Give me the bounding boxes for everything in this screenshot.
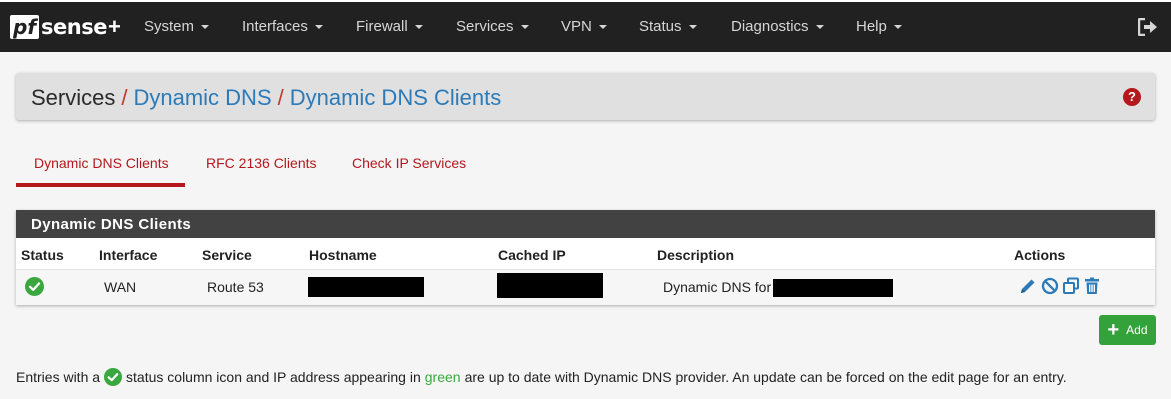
breadcrumb-separator: / — [121, 85, 128, 110]
nav-status[interactable]: Status — [639, 18, 697, 35]
nav-firewall-label: Firewall — [356, 18, 408, 35]
breadcrumb-services: Services — [31, 85, 116, 110]
check-circle-icon — [25, 277, 44, 296]
nav-vpn[interactable]: VPN — [561, 18, 607, 35]
note-text-3: are up to date with Dynamic DNS provider… — [464, 369, 1067, 385]
caret-down-icon — [598, 25, 607, 30]
nav-diagnostics[interactable]: Diagnostics — [731, 18, 824, 35]
nav-services-label: Services — [456, 18, 514, 35]
nav-system-label: System — [144, 18, 195, 35]
column-header-actions: Actions — [1014, 247, 1066, 263]
copy-icon[interactable] — [1061, 276, 1081, 296]
cell-description: Dynamic DNS for — [663, 279, 772, 295]
caret-down-icon — [520, 25, 529, 30]
cell-cached-ip-redacted — [497, 273, 603, 298]
breadcrumb-separator: / — [277, 85, 284, 110]
pfsense-logo[interactable]: pf sense + — [10, 14, 121, 40]
top-navbar: pf sense + System Interfaces Firewall Serv… — [0, 0, 1171, 52]
disable-icon[interactable] — [1040, 276, 1060, 296]
column-header-cached-ip: Cached IP — [498, 247, 566, 263]
cell-service: Route 53 — [207, 279, 264, 295]
caret-down-icon — [893, 25, 902, 30]
table-row[interactable]: WAN Route 53 Dynamic DNS for — [16, 270, 1155, 305]
nav-vpn-label: VPN — [561, 18, 592, 35]
tab-rfc-2136-clients[interactable]: RFC 2136 Clients — [206, 155, 317, 171]
breadcrumb: Services / Dynamic DNS / Dynamic DNS Clients — [31, 85, 501, 111]
plus-icon: + — [1107, 319, 1120, 341]
info-note: Entries with a status column icon and IP… — [16, 368, 1067, 386]
caret-down-icon — [688, 25, 697, 30]
panel-title: Dynamic DNS Clients — [16, 210, 1155, 238]
logo-pf: pf — [10, 15, 40, 39]
column-header-hostname: Hostname — [309, 247, 377, 263]
cell-interface: WAN — [104, 279, 137, 295]
nav-help-label: Help — [856, 18, 887, 35]
column-header-status: Status — [21, 247, 64, 263]
column-header-interface: Interface — [99, 247, 158, 263]
caret-down-icon — [815, 25, 824, 30]
nav-help[interactable]: Help — [856, 18, 902, 35]
add-button[interactable]: + Add — [1099, 315, 1156, 345]
cell-description-redacted — [773, 279, 893, 297]
note-text-1: Entries with a — [16, 369, 101, 385]
caret-down-icon — [414, 25, 423, 30]
logo-plus: + — [107, 14, 121, 39]
column-header-description: Description — [657, 247, 735, 263]
cell-hostname-redacted — [308, 277, 424, 297]
logo-sense: sense — [41, 15, 107, 39]
nav-interfaces[interactable]: Interfaces — [242, 18, 323, 35]
check-circle-icon — [104, 368, 123, 386]
breadcrumb-dynamic-dns-clients-link[interactable]: Dynamic DNS Clients — [290, 85, 502, 110]
tab-dynamic-dns-clients[interactable]: Dynamic DNS Clients — [34, 155, 169, 171]
help-icon[interactable]: ? — [1123, 88, 1141, 106]
nav-firewall[interactable]: Firewall — [356, 18, 423, 35]
trash-icon[interactable] — [1082, 276, 1102, 296]
note-text-2: status column icon and IP address appear… — [126, 369, 421, 385]
caret-down-icon — [201, 25, 210, 30]
note-green-word: green — [424, 369, 461, 385]
nav-system[interactable]: System — [144, 18, 210, 35]
breadcrumb-panel: Services / Dynamic DNS / Dynamic DNS Clients… — [16, 73, 1155, 120]
logout-icon[interactable] — [1138, 18, 1158, 36]
clients-panel: Dynamic DNS Clients Status Interface Ser… — [16, 210, 1155, 305]
column-header-service: Service — [202, 247, 252, 263]
nav-interfaces-label: Interfaces — [242, 18, 308, 35]
pencil-icon[interactable] — [1018, 276, 1038, 296]
add-button-label: Add — [1126, 323, 1148, 337]
tab-check-ip-services[interactable]: Check IP Services — [352, 155, 466, 171]
nav-services[interactable]: Services — [456, 18, 529, 35]
breadcrumb-dynamic-dns-link[interactable]: Dynamic DNS — [133, 85, 271, 110]
caret-down-icon — [314, 25, 323, 30]
nav-diagnostics-label: Diagnostics — [731, 18, 809, 35]
nav-status-label: Status — [639, 18, 682, 35]
active-tab-indicator — [16, 183, 185, 187]
